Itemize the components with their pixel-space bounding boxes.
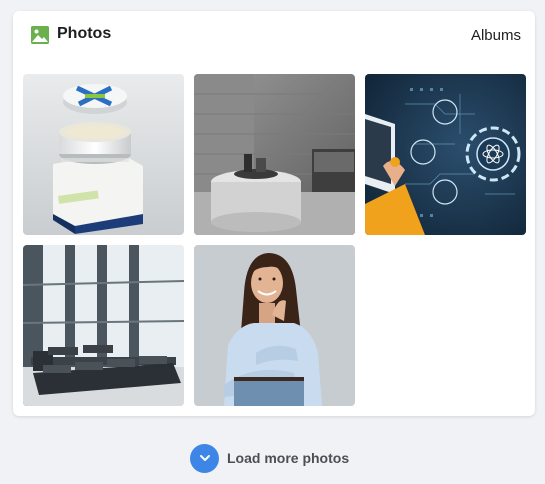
photo-thumbnail[interactable]: [23, 74, 184, 235]
load-more-button[interactable]: Load more photos: [190, 443, 349, 473]
image-icon: [31, 26, 49, 44]
load-more-label: Load more photos: [227, 450, 350, 466]
photo-thumbnail[interactable]: [365, 74, 526, 235]
photo-thumbnail[interactable]: [194, 245, 355, 406]
acne-fade-cream-jar-image: [23, 74, 184, 235]
card-header: Photos Albums: [13, 11, 535, 59]
albums-link[interactable]: Albums: [471, 27, 521, 44]
card-title: Photos: [57, 25, 112, 42]
photo-thumbnail[interactable]: [23, 245, 184, 406]
smiling-woman-image: [194, 245, 355, 406]
chevron-down-icon: [190, 443, 219, 473]
science-technology-image: [365, 74, 526, 235]
airport-lounge-image: [23, 245, 184, 406]
photo-thumbnail[interactable]: [194, 74, 355, 235]
grayscale-bathroom-image: [194, 74, 355, 235]
photos-card: Photos Albums: [13, 11, 535, 416]
